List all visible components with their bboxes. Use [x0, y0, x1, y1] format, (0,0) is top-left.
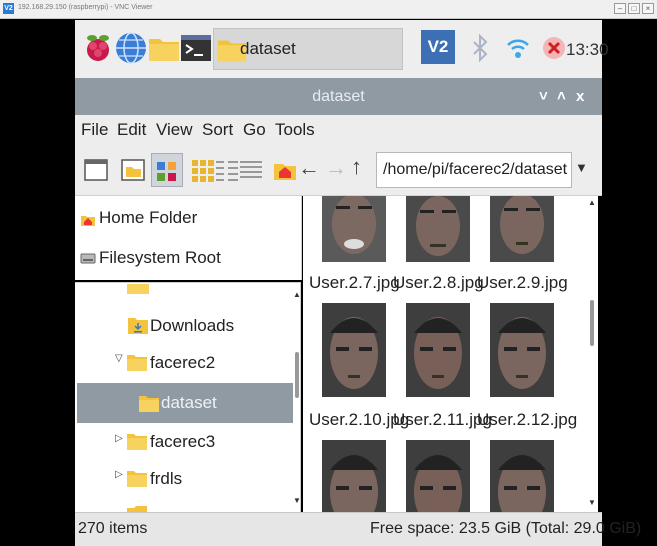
downloads-folder-icon [128, 318, 148, 334]
file-name-label[interactable]: User.2.11.jpg [393, 408, 492, 432]
up-arrow-icon[interactable]: ↑ [351, 152, 362, 182]
folder-icon [127, 355, 147, 371]
item-count: 270 items [78, 520, 148, 537]
file-thumbnail[interactable] [322, 196, 386, 262]
new-folder-icon[interactable] [118, 155, 148, 185]
face-photo-icon [406, 440, 470, 512]
clock: 13:30 [566, 40, 609, 59]
vnc-app-icon: V2 [3, 3, 14, 14]
folder-icon [127, 434, 147, 450]
file-thumbnail[interactable] [490, 440, 554, 512]
forward-arrow-icon[interactable]: → [325, 153, 347, 183]
file-name-label[interactable]: User.2.12.jpg [477, 408, 577, 432]
expander-closed-icon[interactable]: ▷ [115, 433, 123, 444]
maximize-button[interactable]: ˄ [557, 78, 566, 115]
face-photo-icon [406, 196, 470, 262]
file-name-label[interactable]: User.2.9.jpg [477, 271, 568, 295]
wifi-icon[interactable] [501, 31, 535, 65]
face-photo-icon [322, 196, 386, 262]
expander-closed-icon[interactable]: ▷ [115, 469, 123, 480]
vnc-window-title: 192.168.29.150 (raspberrypi) - VNC Viewe… [18, 4, 153, 11]
menu-tools[interactable]: Tools [275, 115, 315, 145]
face-photo-icon [406, 303, 470, 397]
places-filesystem-root[interactable]: Filesystem Root [99, 245, 221, 271]
file-thumbnail[interactable] [406, 196, 470, 262]
bluetooth-icon[interactable] [463, 31, 497, 65]
menu-file[interactable]: File [81, 115, 108, 145]
places-home-folder[interactable]: Home Folder [99, 205, 197, 231]
menu-edit[interactable]: Edit [117, 115, 146, 145]
vnc-server-tray-icon[interactable]: V2 [421, 30, 455, 64]
home-button-icon[interactable] [270, 155, 300, 185]
menu-go[interactable]: Go [243, 115, 266, 145]
icon-view-scrollbar-thumb[interactable] [590, 300, 594, 346]
tree-item-frdls[interactable]: frdls [150, 466, 182, 492]
window-title: dataset [312, 88, 365, 105]
tree-item-facerec2[interactable]: facerec2 [150, 350, 215, 376]
minimize-button[interactable]: ˅ [539, 78, 548, 115]
face-photo-icon [490, 196, 554, 262]
vnc-maximize-button[interactable]: □ [628, 3, 640, 14]
face-photo-icon [322, 440, 386, 512]
menu-sort[interactable]: Sort [202, 115, 233, 145]
path-bar-input[interactable]: /home/pi/facerec2/dataset [376, 152, 572, 188]
file-thumbnail[interactable] [490, 303, 554, 397]
raspberry-pi-menu-icon[interactable] [80, 30, 116, 66]
close-button[interactable]: x [576, 78, 584, 115]
face-photo-icon [490, 303, 554, 397]
folder-icon [127, 471, 147, 487]
folder-icon [139, 396, 159, 412]
folder-icon [127, 506, 147, 512]
tree-item-facerec3[interactable]: facerec3 [150, 429, 215, 455]
face-photo-icon [322, 303, 386, 397]
menu-bar [75, 115, 602, 145]
face-photo-icon [490, 440, 554, 512]
file-name-label[interactable]: User.2.7.jpg [309, 271, 400, 295]
file-name-label[interactable]: User.2.10.jpg [309, 408, 409, 432]
menu-view[interactable]: View [156, 115, 193, 145]
new-window-icon[interactable] [81, 155, 111, 185]
free-space-info: Free space: 23.5 GiB (Total: 29.0 GiB) [370, 520, 642, 537]
tree-scrollbar[interactable]: ▲ ▼ [292, 290, 301, 510]
path-history-dropdown-icon[interactable]: ▼ [575, 160, 588, 175]
file-thumbnail[interactable] [322, 303, 386, 397]
back-arrow-icon[interactable]: ← [298, 153, 320, 183]
folder-icon [127, 284, 149, 294]
icon-view-icon [157, 162, 176, 181]
file-name-label[interactable]: User.2.8.jpg [393, 271, 484, 295]
tree-scrollbar-thumb[interactable] [295, 352, 299, 398]
file-manager-icon[interactable] [146, 30, 182, 66]
file-thumbnail[interactable] [490, 196, 554, 262]
expander-open-icon[interactable]: ▽ [115, 353, 123, 364]
list-view-icon[interactable] [236, 155, 266, 185]
terminal-icon[interactable] [178, 30, 214, 66]
vnc-close-button[interactable]: × [642, 3, 654, 14]
tree-item-dataset[interactable]: dataset [161, 390, 217, 416]
vnc-minimize-button[interactable]: – [614, 3, 626, 14]
home-folder-icon [81, 216, 95, 226]
tree-item-downloads[interactable]: Downloads [150, 313, 234, 339]
icon-view-scrollbar[interactable]: ▲ ▼ [586, 196, 598, 512]
file-thumbnail[interactable] [322, 440, 386, 512]
web-browser-icon[interactable] [113, 30, 149, 66]
taskbar-window-label: dataset [240, 39, 296, 58]
file-thumbnail[interactable] [406, 440, 470, 512]
drive-icon [80, 253, 96, 264]
file-thumbnail[interactable] [406, 303, 470, 397]
